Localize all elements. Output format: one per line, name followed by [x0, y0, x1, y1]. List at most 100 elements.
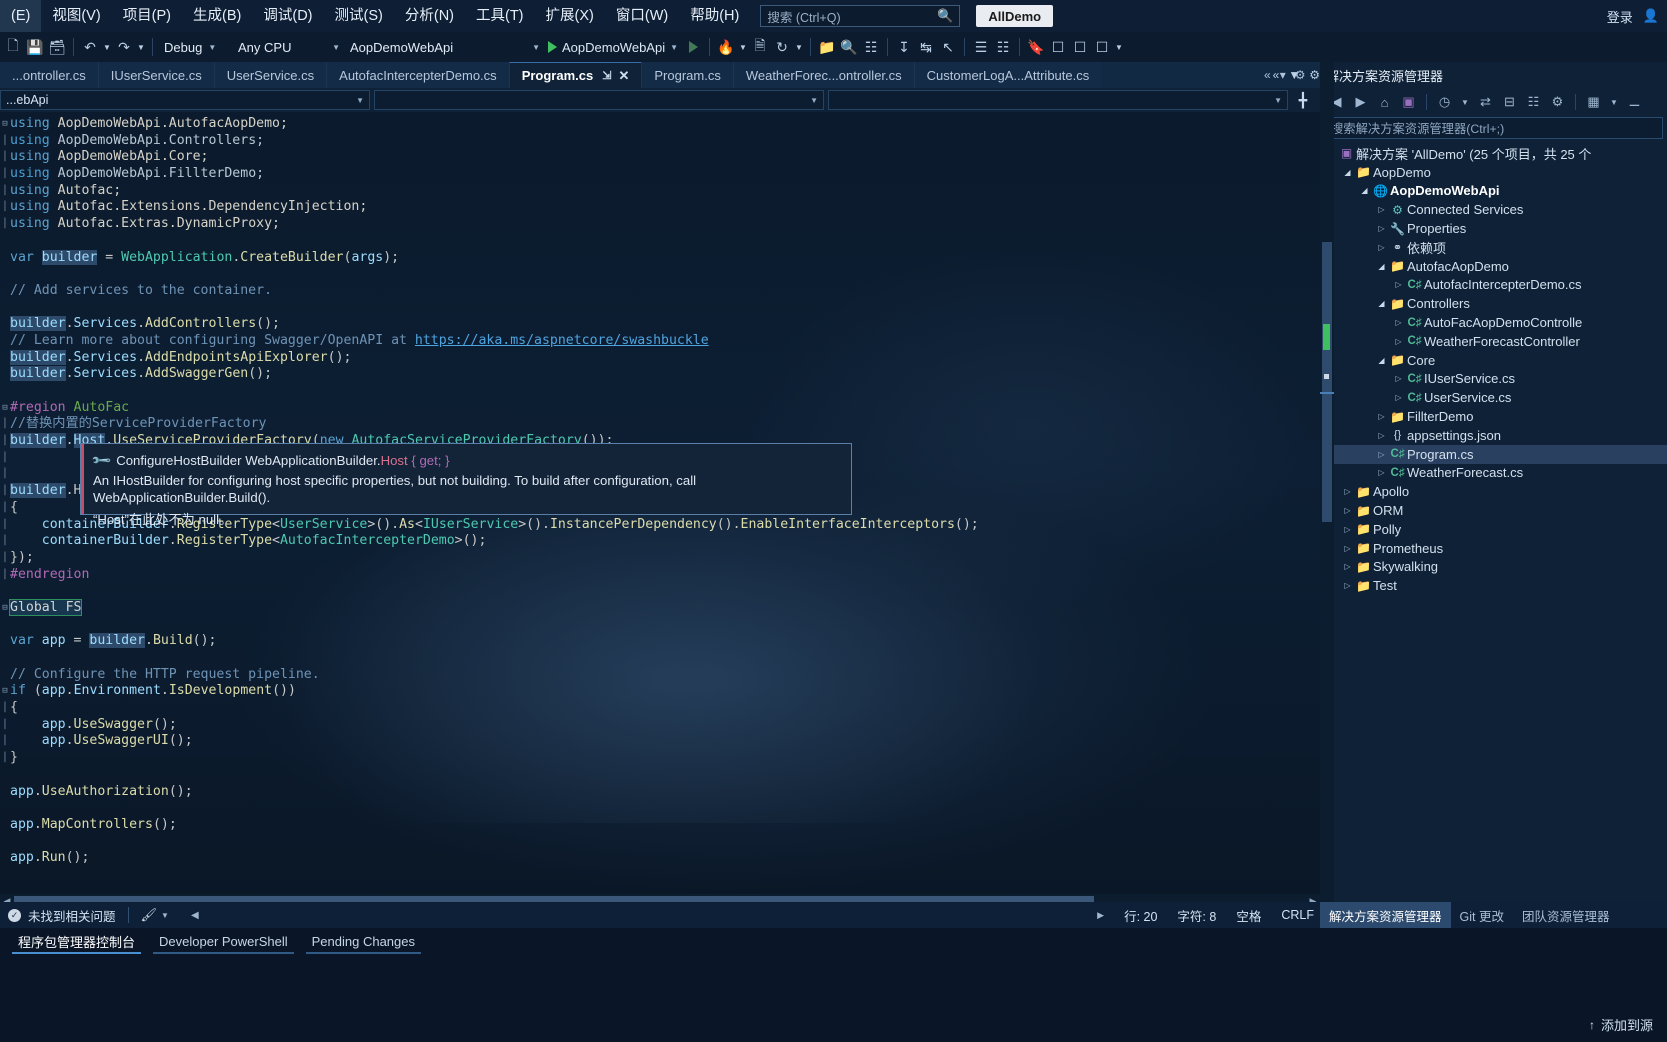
redo-icon[interactable]: ↷	[113, 36, 135, 58]
chevron-down-icon[interactable]: ◢	[1358, 186, 1371, 195]
chevron-right-icon[interactable]: ▷	[1341, 562, 1354, 571]
prev-bookmark-icon[interactable]: ☐	[1069, 36, 1091, 58]
status-issues[interactable]: ✓ 未找到相关问题	[0, 906, 116, 925]
toolbar-overflow-icon[interactable]: ▼	[1113, 36, 1125, 58]
method-navigation-combo[interactable]: ▼	[828, 90, 1288, 110]
bottom-tab-2[interactable]: Pending Changes	[300, 928, 427, 954]
menu-item-4[interactable]: 调试(D)	[252, 0, 323, 32]
bookmark-icon[interactable]: 🔖	[1025, 36, 1047, 58]
layout-icon[interactable]: 🗎	[749, 36, 771, 58]
chevron-right-icon[interactable]: ▷	[1375, 224, 1388, 233]
chevron-right-icon[interactable]: ▷	[1392, 337, 1405, 346]
search-input[interactable]: 搜索 (Ctrl+Q) 🔍	[760, 5, 961, 27]
view-mode-icon[interactable]: ▦	[1585, 94, 1602, 111]
startup-project-combo[interactable]: AopDemoWebApi ▼	[344, 36, 544, 58]
refresh-dropdown-icon[interactable]: ▼	[793, 36, 805, 58]
refresh-icon[interactable]: ↻	[771, 36, 793, 58]
dropdown-icon[interactable]: ▼	[1288, 68, 1300, 82]
show-all-files-icon[interactable]: ☷	[1525, 94, 1542, 111]
refresh-icon[interactable]: ⇄	[1477, 94, 1494, 111]
chevron-right-icon[interactable]: ▷	[1392, 374, 1405, 383]
tree-item-controllers[interactable]: ◢ 📁 Controllers	[1320, 294, 1667, 313]
next-bookmark-icon[interactable]: ☐	[1047, 36, 1069, 58]
account-icon[interactable]: 👤	[1643, 8, 1659, 24]
sync-with-active-document-icon[interactable]: ▣	[1400, 94, 1417, 111]
tree-item-test[interactable]: ▷ 📁 Test	[1320, 576, 1667, 595]
tree-item-iuserservice-cs[interactable]: ▷ C♯ IUserService.cs	[1320, 370, 1667, 389]
chevron-right-icon[interactable]: ▷	[1392, 318, 1405, 327]
tree-item-autofacaopdemocontrolle[interactable]: ▷ C♯ AutoFacAopDemoControlle	[1320, 313, 1667, 332]
chevron-right-icon[interactable]: ▷	[1375, 205, 1388, 214]
pending-changes-icon[interactable]: ◷	[1436, 94, 1453, 111]
tree-item-aopdemo[interactable]: ◢ 📁 AopDemo	[1320, 163, 1667, 182]
tree-item-autofacaopdemo[interactable]: ◢ 📁 AutofacAopDemo	[1320, 257, 1667, 276]
chevron-down-icon[interactable]: ◢	[1375, 356, 1388, 365]
panel-tab-2[interactable]: 团队资源管理器	[1513, 902, 1619, 928]
save-all-icon[interactable]: 🗃	[46, 36, 68, 58]
home-icon[interactable]: ⌂	[1376, 94, 1393, 111]
editor-tab-1[interactable]: IUserService.cs	[97, 62, 214, 88]
chevron-down-icon[interactable]: ◢	[1375, 262, 1388, 271]
tree-item-core[interactable]: ◢ 📁 Core	[1320, 351, 1667, 370]
solution-explorer-scrollbar[interactable]	[1320, 62, 1334, 902]
bottom-tab-0[interactable]: 程序包管理器控制台	[6, 928, 147, 954]
status-eol[interactable]: CRLF	[1281, 908, 1314, 922]
clear-bookmark-icon[interactable]: ☐	[1091, 36, 1113, 58]
close-icon[interactable]: ✕	[618, 68, 629, 84]
tree-item-apollo[interactable]: ▷ 📁 Apollo	[1320, 482, 1667, 501]
chevron-right-icon[interactable]: ▷	[1341, 506, 1354, 515]
hot-reload-dropdown-icon[interactable]: ▼	[737, 36, 749, 58]
chevron-down-icon-2[interactable]: ▼	[1609, 94, 1619, 111]
status-nav-next-icon[interactable]: ▶	[1097, 910, 1104, 921]
menu-item-3[interactable]: 生成(B)	[182, 0, 252, 32]
panel-tab-0[interactable]: 解决方案资源管理器	[1320, 902, 1451, 928]
collapse-region-icon[interactable]: ⊟	[0, 600, 10, 617]
source-control-prompt[interactable]: ↑ 添加到源	[1589, 1015, 1653, 1034]
tree-item-aopdemowebapi[interactable]: ◢ 🌐 AopDemoWebApi	[1320, 182, 1667, 201]
step-over-icon[interactable]: ↹	[915, 36, 937, 58]
tree-item-autofacintercepterdemo-cs[interactable]: ▷ C♯ AutofacIntercepterDemo.cs	[1320, 276, 1667, 295]
properties-icon[interactable]: ⚙	[1549, 94, 1566, 111]
status-spaces[interactable]: 空格	[1236, 906, 1261, 925]
start-without-debugging-icon[interactable]	[682, 36, 704, 58]
paintbrush-icon[interactable]: 🖌	[141, 907, 158, 923]
filter-icon[interactable]: ⚊	[1626, 94, 1643, 111]
platform-combo[interactable]: Any CPU ▼	[232, 36, 344, 58]
editor-tab-0[interactable]: ...ontroller.cs	[0, 62, 98, 88]
new-file-icon[interactable]: 🗋	[2, 36, 24, 58]
find-icon[interactable]: 🔍	[838, 36, 860, 58]
collapse-all-icon[interactable]: ⊟	[1501, 94, 1518, 111]
member-navigation-combo[interactable]: ▼	[374, 90, 824, 110]
tree-item-program-cs[interactable]: ▷ C♯ Program.cs	[1320, 444, 1667, 464]
chevron-right-icon[interactable]: ▷	[1341, 525, 1354, 534]
menu-item-5[interactable]: 测试(S)	[324, 0, 394, 32]
chevron-right-icon[interactable]: ▷	[1392, 393, 1405, 402]
menu-item-1[interactable]: 视图(V)	[41, 0, 111, 32]
editor-tab-4[interactable]: Program.cs ⇲ ✕	[508, 62, 642, 88]
panel-tab-1[interactable]: Git 更改	[1451, 902, 1513, 928]
split-view-icon[interactable]: ╋	[1292, 92, 1314, 109]
alldemo-button[interactable]: AllDemo	[976, 5, 1054, 27]
tree-item-connected-services[interactable]: ▷ ⚙ Connected Services	[1320, 200, 1667, 219]
tree-item-userservice-cs[interactable]: ▷ C♯ UserService.cs	[1320, 388, 1667, 407]
collapse-region-icon[interactable]: ⊟	[0, 116, 10, 133]
gear-icon[interactable]: ⚙	[1309, 68, 1320, 82]
menu-item-9[interactable]: 窗口(W)	[605, 0, 679, 32]
chevron-down-icon[interactable]: ◢	[1375, 299, 1388, 308]
editor-tab-3[interactable]: AutofacIntercepterDemo.cs	[326, 62, 509, 88]
menu-item-2[interactable]: 项目(P)	[112, 0, 182, 32]
menu-item-7[interactable]: 工具(T)	[465, 0, 535, 32]
comment-icon[interactable]: ☰	[970, 36, 992, 58]
menu-item-10[interactable]: 帮助(H)	[679, 0, 750, 32]
chevron-right-icon[interactable]: ▷	[1341, 544, 1354, 553]
tree-item-skywalking[interactable]: ▷ 📁 Skywalking	[1320, 558, 1667, 577]
configuration-combo[interactable]: Debug ▼	[158, 36, 232, 58]
chevron-right-icon[interactable]: ▷	[1392, 280, 1405, 289]
collapse-pane-icon[interactable]: «	[1273, 68, 1280, 82]
chevron-right-icon[interactable]: ▷	[1375, 243, 1388, 252]
chevron-down-icon[interactable]: ▼	[161, 911, 169, 920]
tree-item-properties[interactable]: ▷ 🔧 Properties	[1320, 219, 1667, 238]
tree-item-appsettings-json[interactable]: ▷ {} appsettings.json	[1320, 426, 1667, 445]
chevron-right-icon[interactable]: ▷	[1341, 487, 1354, 496]
tree-item--[interactable]: ▷ ⚭ 依赖项	[1320, 238, 1667, 257]
